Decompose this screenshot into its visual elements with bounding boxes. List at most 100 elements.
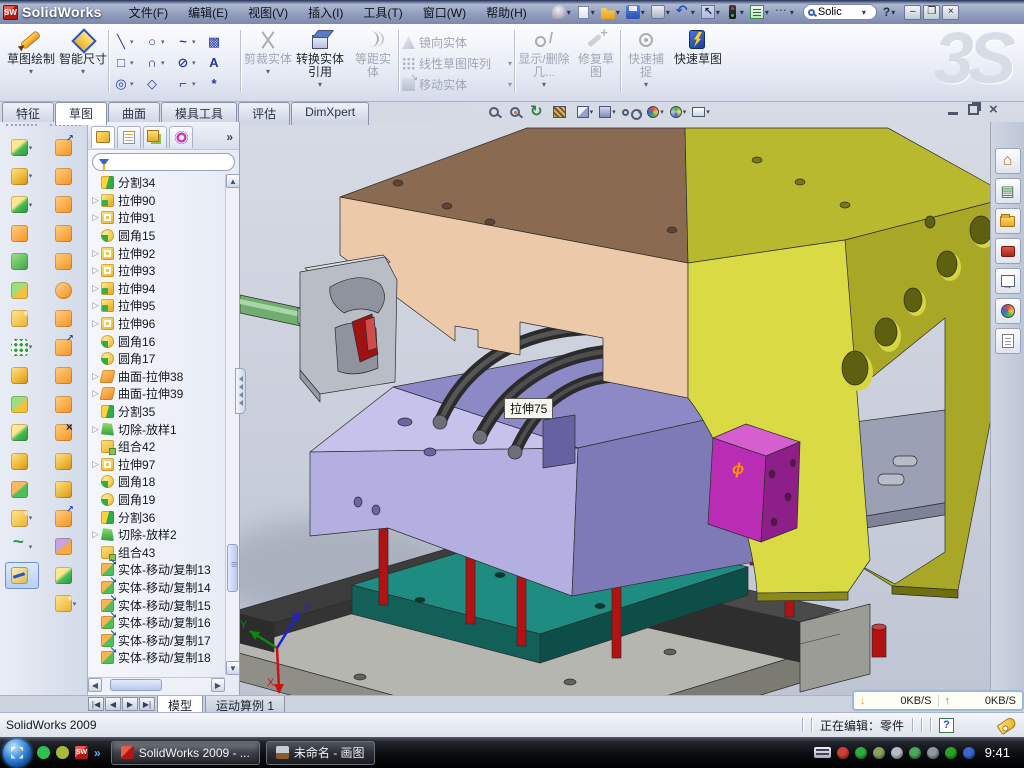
panel-more-button[interactable]: » [226,130,236,144]
command-tab[interactable]: DimXpert [291,102,369,125]
interference-lights-icon[interactable]: ▾ [724,3,747,21]
expand-arrow-icon[interactable] [90,212,101,223]
menu-item[interactable]: 视图(V) [239,2,297,23]
dropdown-caret-icon[interactable]: ▾ [29,67,33,76]
sketch-tools-icon[interactable]: ▾ [49,590,83,617]
command-tab[interactable]: 草图 [55,102,107,125]
tree-item[interactable]: 拉伸96 [90,315,225,333]
menu-item[interactable]: 工具(T) [354,2,411,23]
tree-item[interactable]: 圆角16 [90,332,225,350]
expand-arrow-icon[interactable] [90,300,101,311]
mirror-entities-button[interactable]: 镜向实体 ▾ [402,32,512,53]
dropdown-caret-icon[interactable]: ▾ [81,67,85,76]
tree-item[interactable]: 拉伸91 [90,209,225,227]
section-view-icon[interactable]: ▾ [552,105,572,119]
revolved-surface-icon[interactable]: ▾ [49,163,83,190]
boundary-surface-icon[interactable]: ▾ [49,248,83,275]
tree-item[interactable]: 拉伸93 [90,262,225,280]
scroll-left-button[interactable]: ◀ [88,678,102,692]
tree-item[interactable]: 曲面-拉伸39 [90,385,225,403]
search-box[interactable]: ▾ [803,4,877,20]
doc-restore-button[interactable] [968,104,979,115]
point-icon[interactable]: * ▾ [205,73,236,94]
menu-item[interactable]: 编辑(E) [179,2,237,23]
tree-item[interactable]: 分割36 [90,508,225,526]
convert-entities-button[interactable]: 转换实体引用 ▾ [294,27,346,97]
zoom-to-area-icon[interactable]: ▾ [509,106,526,118]
search-input[interactable] [818,6,858,18]
pin-icon[interactable]: ▾ [550,3,574,21]
select-arrow-icon[interactable]: ▾ [699,3,723,21]
antivirus-tray-icon[interactable] [837,747,849,759]
tree-filter-input[interactable] [113,155,228,169]
tree-item[interactable]: 拉伸92 [90,244,225,262]
text-icon[interactable]: A ▾ [205,52,236,73]
thicken-icon[interactable]: ▾ [49,562,83,589]
featuremanager-splitter[interactable] [235,368,246,414]
extend-surface-icon[interactable]: ▾ [49,505,83,532]
swept-surface-icon[interactable]: ▾ [49,191,83,218]
sketch-button[interactable]: 草图绘制 ▾ [6,27,56,97]
tree-item[interactable]: 圆角15 [90,227,225,245]
vpn-tray-icon[interactable] [909,747,921,759]
rapid-sketch-button[interactable]: 快速草图 [672,27,724,97]
tree-item[interactable]: 切除-放样1 [90,420,225,438]
tree-item[interactable]: 拉伸90 [90,192,225,210]
expand-arrow-icon[interactable] [90,459,101,470]
menu-item[interactable]: 插入(I) [299,2,352,23]
freeform-icon[interactable]: ▾ [49,334,83,361]
quick-snaps-button[interactable]: 快速捕捉 ▾ [624,27,668,97]
design-library-icon[interactable] [995,178,1021,204]
open-icon[interactable]: ▾ [599,3,623,21]
solidworks-launcher-icon[interactable]: SW [75,746,88,759]
display-style-icon[interactable]: ▾ [598,105,617,119]
search-caret-icon[interactable]: ▾ [861,8,867,17]
part-gray-clamp[interactable] [300,255,397,402]
new-document-icon[interactable]: ▾ [575,3,598,21]
minimize-button[interactable]: – [904,5,921,20]
command-tab[interactable]: 评估 [238,102,290,125]
help-button[interactable]: ? [883,5,890,19]
filled-surface-icon[interactable]: ▾ [49,277,83,304]
knit-surface-icon[interactable]: ▾ [49,476,83,503]
undo-icon[interactable]: ▾ [674,3,698,21]
keyboard-layout-icon[interactable] [814,747,831,758]
mirror-icon[interactable]: ▾ [5,448,39,475]
line-icon[interactable]: ╲ ▾ [112,31,143,52]
selection-box-icon[interactable]: ▩ ▾ [205,31,236,52]
ellipse-icon[interactable]: ⊘ ▾ [174,52,205,73]
toolbar-grip[interactable] [50,124,81,132]
dropdown-caret-icon[interactable]: ▾ [318,80,322,89]
tree-item[interactable]: 拉伸97 [90,456,225,474]
tree-item[interactable]: 实体-移动/复制18 [90,649,225,667]
extruded-cut-icon[interactable]: ▾ [5,163,39,190]
toolbar-overflow-icon[interactable]: ▾ [773,3,797,21]
dimxpertmanager-tab-icon[interactable] [169,126,193,148]
configurationmanager-tab-icon[interactable] [143,126,167,148]
expand-arrow-icon[interactable] [90,195,101,206]
design-checker-icon[interactable]: ▾ [748,3,772,21]
toolbox-icon[interactable] [995,238,1021,264]
quicklaunch-more-icon[interactable]: » [94,746,101,760]
help-caret-icon[interactable]: ▾ [890,8,896,17]
offset-surface-icon[interactable]: ▾ [49,362,83,389]
tag-icon[interactable] [996,715,1017,734]
shell-icon[interactable]: ▾ [5,419,39,446]
instant3d-icon[interactable]: ▾ [5,562,39,589]
menu-item[interactable]: 文件(F) [120,2,177,23]
hole-wizard-icon[interactable]: ▾ [5,305,39,332]
rectangle-icon[interactable]: □ ▾ [112,52,143,73]
messenger-icon[interactable] [37,746,50,759]
tab-nav-button[interactable]: |◀ [88,697,104,711]
repair-sketch-button[interactable]: 修复草图 [574,27,618,97]
lofted-surface-icon[interactable]: ▾ [49,220,83,247]
expand-arrow-icon[interactable] [90,265,101,276]
expand-arrow-icon[interactable] [90,424,101,435]
tree-item[interactable]: 组合42 [90,438,225,456]
view-palette-icon[interactable] [995,268,1021,294]
lofted-boss-icon[interactable]: ▾ [5,248,39,275]
tree-vertical-scrollbar[interactable]: ▲ ▼ [225,174,239,675]
trim-entities-button[interactable]: 剪裁实体 ▾ [244,27,292,97]
tab-nav-button[interactable]: ◀ [105,697,121,711]
print-icon[interactable]: ▾ [649,3,673,21]
